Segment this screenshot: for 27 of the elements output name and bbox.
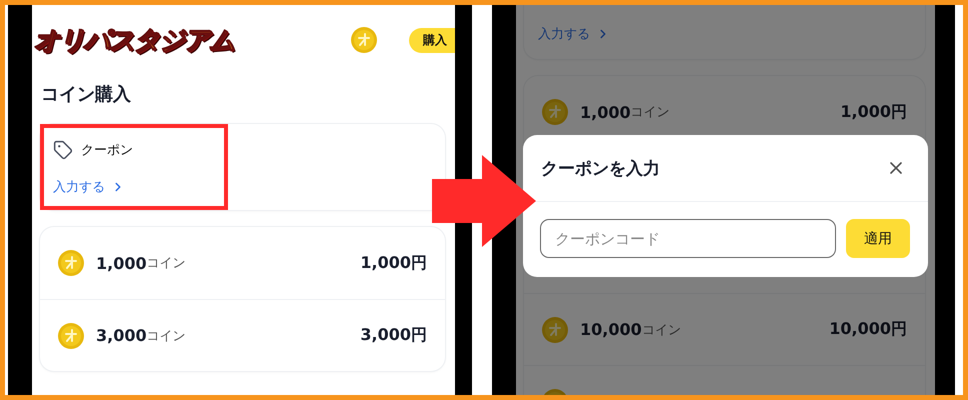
coin-icon [58, 322, 84, 348]
arrow-icon [432, 155, 536, 247]
coin-icon [351, 27, 377, 53]
page-title: コイン購入 [41, 83, 132, 106]
enter-coupon-link[interactable]: 入力する [53, 178, 214, 196]
dialog-title: クーポンを入力 [541, 158, 660, 180]
coin-amount: 1,000 [580, 102, 631, 122]
coin-icon [542, 99, 568, 125]
coin-price: 3,000円 [360, 325, 427, 346]
coin-icon [58, 250, 84, 276]
coin-amount: 1,000 [96, 254, 147, 272]
buy-button[interactable]: 購入 [409, 28, 455, 52]
coin-amount: 10,000 [580, 320, 642, 339]
coin-unit: コイン [146, 255, 186, 272]
coin-price: 1,000円 [840, 102, 907, 122]
coin-price: 10,000円 [829, 319, 907, 340]
coin-unit: コイン [630, 104, 670, 121]
coin-icon [542, 316, 568, 342]
coin-price: 1,000円 [360, 252, 427, 274]
coin-amount: 3,000 [96, 326, 147, 345]
coin-unit: コイン [146, 328, 186, 344]
apply-button[interactable]: 適用 [846, 219, 910, 258]
logo: オリパスタジアム [34, 24, 234, 58]
coupon-code-field[interactable]: クーポンコード [540, 219, 836, 258]
coin-unit: コイン [642, 322, 681, 338]
coupon-label: クーポン [81, 142, 133, 159]
tag-icon [53, 140, 73, 160]
